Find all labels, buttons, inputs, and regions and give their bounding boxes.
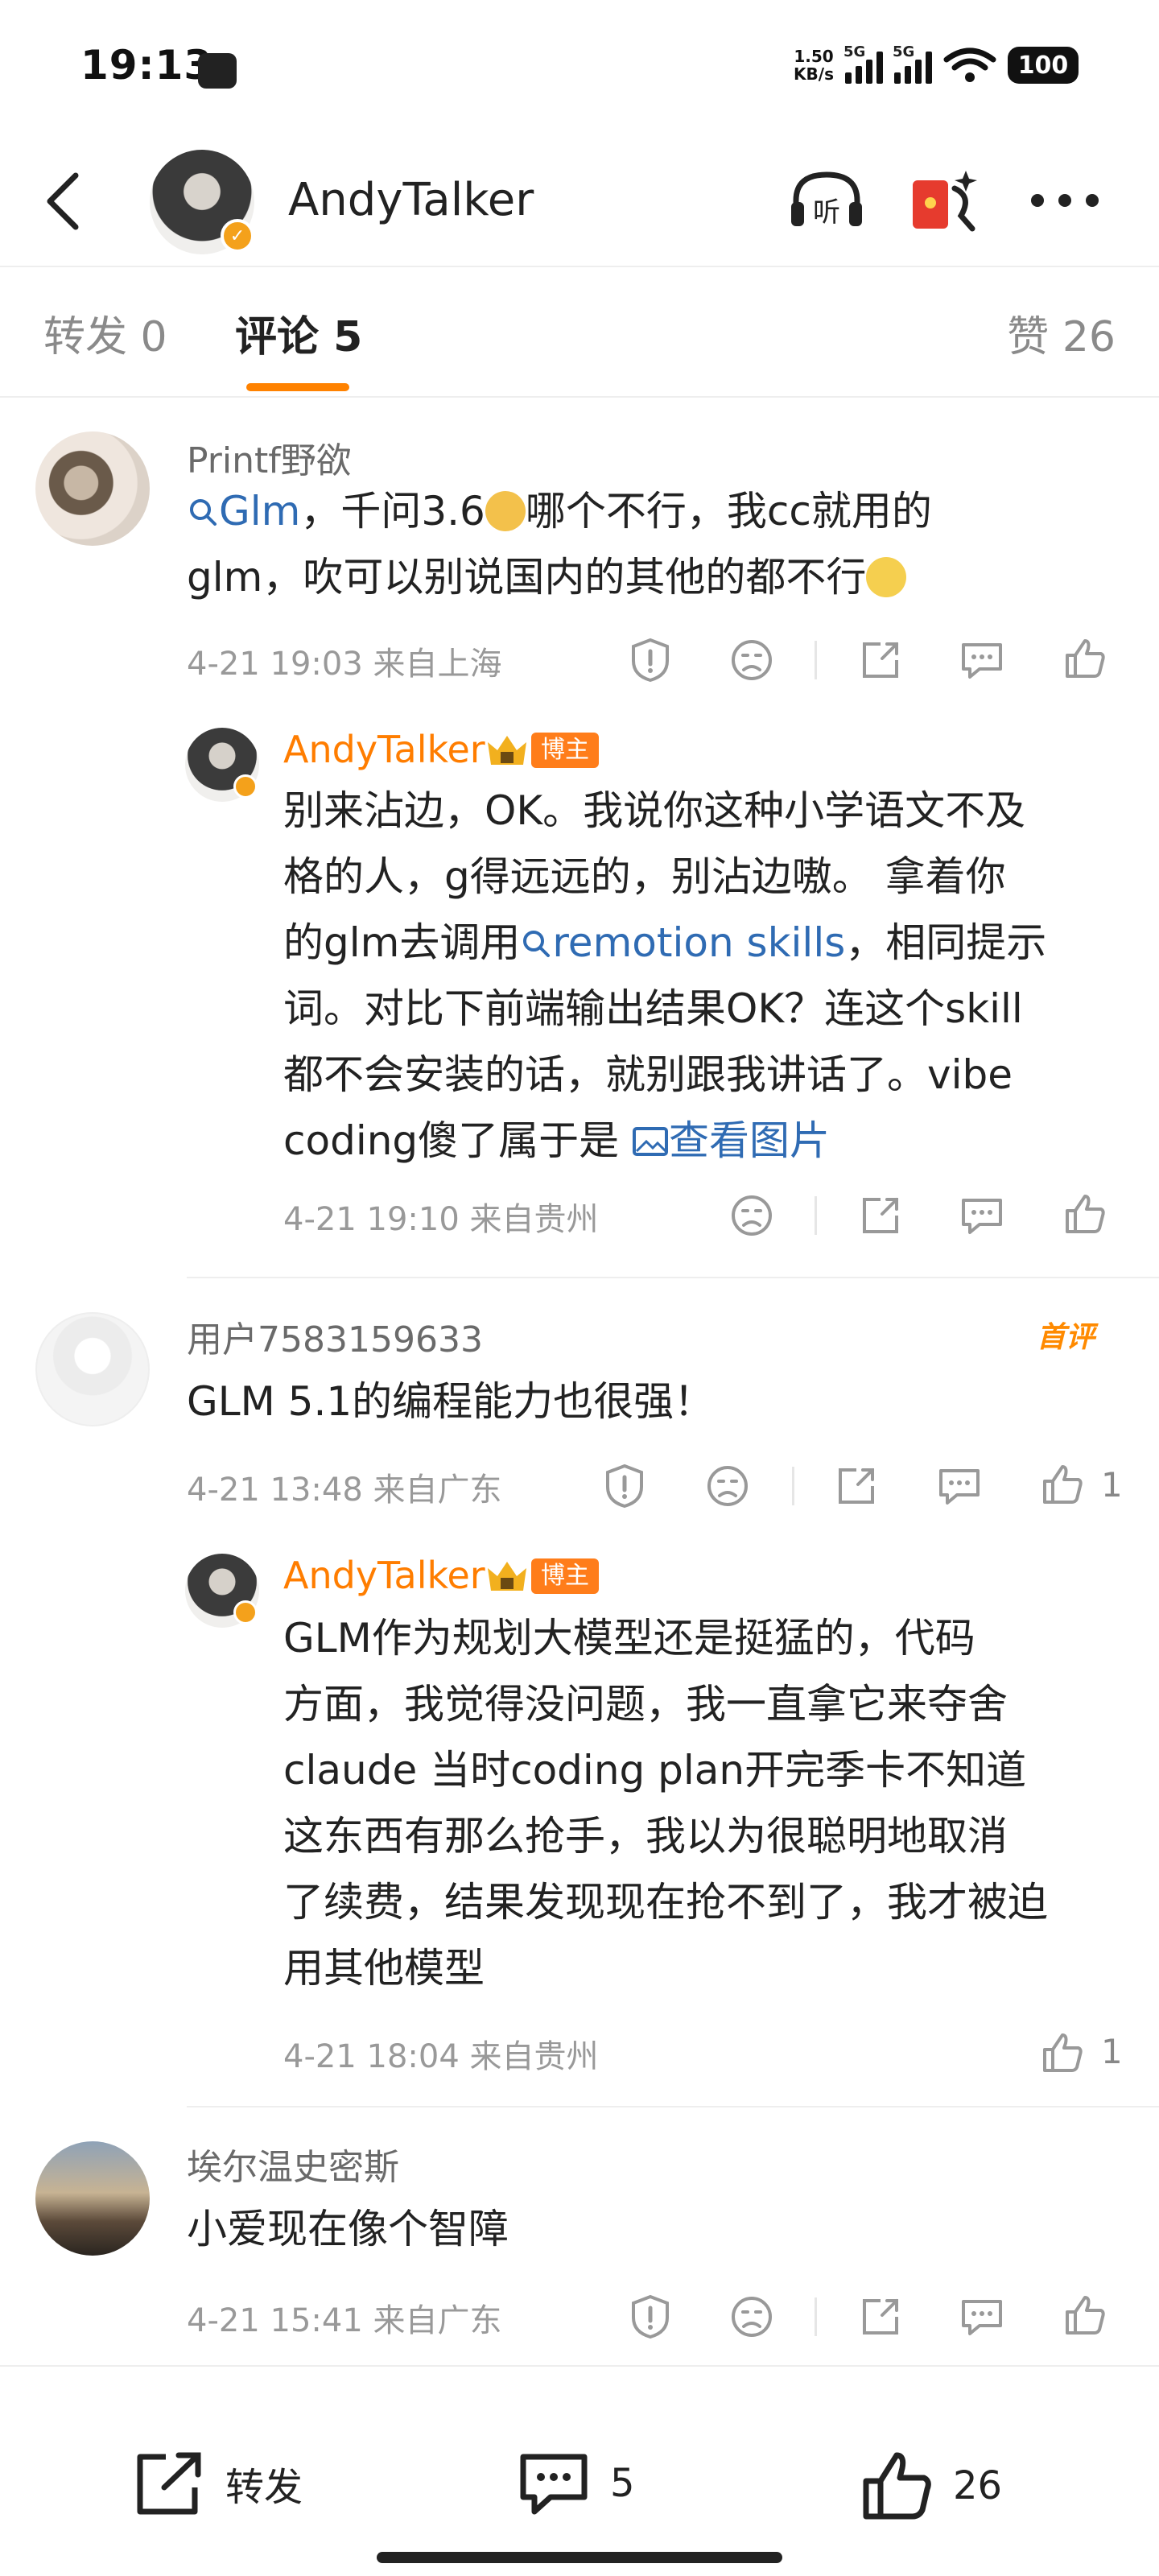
report-icon[interactable]	[626, 636, 674, 684]
wifi-icon	[943, 47, 996, 82]
like-count: 1	[1101, 2032, 1123, 2071]
avatar[interactable]	[35, 2141, 150, 2256]
share-icon[interactable]	[856, 2293, 905, 2341]
tab-repost[interactable]: 转发 0	[43, 303, 167, 363]
like-icon[interactable]	[1061, 634, 1109, 683]
crown-icon	[488, 1562, 526, 1591]
divider	[187, 1277, 1159, 1278]
tab-active-indicator	[246, 383, 349, 391]
topic-link[interactable]: Glm	[219, 488, 300, 535]
status-bar: 19:13 1.50 KB/s 5G 5G 100	[0, 0, 1159, 137]
tab-likes[interactable]: 赞 26	[1007, 303, 1116, 363]
comment-meta: 4-21 15:41 来自广东	[187, 2302, 502, 2339]
reply-icon[interactable]	[958, 636, 1006, 684]
back-icon[interactable]	[40, 171, 89, 232]
recording-icon	[198, 53, 237, 89]
comment-icon	[520, 2454, 588, 2515]
share-icon[interactable]	[832, 1462, 881, 1510]
header: ✓ AndyTalker 听	[0, 137, 1159, 266]
comment-meta: 4-21 19:10 来自贵州	[283, 1201, 599, 1238]
comment-username[interactable]: 埃尔温史密斯	[187, 2138, 399, 2190]
status-time: 19:13	[80, 42, 213, 89]
like-icon[interactable]	[1038, 2029, 1087, 2077]
report-icon[interactable]	[600, 1462, 649, 1510]
dislike-face-icon[interactable]	[703, 1462, 752, 1510]
more-icon[interactable]	[1021, 164, 1109, 237]
home-indicator[interactable]	[377, 2552, 782, 2563]
repost-icon	[137, 2452, 201, 2515]
report-icon[interactable]	[626, 2293, 674, 2341]
smirk-emoji-icon	[866, 557, 907, 597]
repost-label: 转发	[225, 2465, 303, 2510]
page-title[interactable]: AndyTalker	[288, 174, 534, 226]
comment-meta: 4-21 19:03 来自上海	[187, 646, 502, 683]
doge-emoji-icon	[485, 491, 526, 531]
tab-bar: 转发 0 评论 5 赞 26	[0, 267, 1159, 396]
author-badge: 博主	[531, 1558, 599, 1594]
comment-button[interactable]: 5	[515, 2447, 635, 2520]
like-count: 1	[1101, 1465, 1123, 1505]
verified-badge-icon	[233, 1600, 258, 1624]
divider	[0, 396, 1159, 398]
like-icon[interactable]	[1061, 1190, 1109, 1238]
like-icon	[863, 2452, 931, 2520]
tab-comments[interactable]: 评论 5	[235, 303, 362, 363]
crown-icon	[488, 736, 526, 765]
battery-indicator: 100	[1008, 47, 1079, 84]
headphones-listen-icon[interactable]: 听	[782, 164, 871, 237]
network-speed: 1.50 KB/s	[794, 47, 834, 84]
comment-username[interactable]: 用户7583159633	[187, 1311, 483, 1362]
signal-icon: 5G	[893, 43, 932, 84]
dislike-face-icon[interactable]	[728, 636, 776, 684]
search-icon	[523, 931, 551, 957]
comment-text: Glm，千问3.6 哪个不行，我cc就用的 glm，吹可以别说国内的其他的都不行	[187, 488, 932, 601]
reply-username[interactable]: AndyTalker	[283, 728, 485, 771]
verified-badge-icon	[233, 774, 258, 799]
reply-username[interactable]: AndyTalker	[283, 1554, 485, 1597]
like-button[interactable]: 26	[858, 2447, 1002, 2524]
svg-text:听: 听	[813, 196, 840, 229]
share-icon[interactable]	[856, 636, 905, 684]
topic-link[interactable]: remotion skills	[552, 919, 845, 966]
first-comment-badge: 首评	[1037, 1321, 1095, 1354]
author-badge: 博主	[531, 733, 599, 768]
dislike-face-icon[interactable]	[728, 1191, 776, 1240]
reply-icon[interactable]	[958, 2293, 1006, 2341]
like-icon[interactable]	[1038, 1460, 1087, 1509]
signal-icon: 5G	[843, 43, 883, 84]
reply-icon[interactable]	[935, 1462, 984, 1510]
comment-meta: 4-21 18:04 来自贵州	[283, 2038, 599, 2075]
bottom-action-bar: 转发 5 26	[0, 2367, 1159, 2576]
reply-icon[interactable]	[958, 1191, 1006, 1240]
repost-button[interactable]: 转发	[130, 2447, 303, 2520]
like-icon[interactable]	[1061, 2291, 1109, 2339]
comment-text: 小爱现在像个智障	[187, 2206, 509, 2252]
image-icon	[633, 1127, 669, 1156]
verified-badge-icon: ✓	[221, 219, 254, 253]
search-icon	[190, 499, 217, 526]
like-count: 26	[953, 2463, 1003, 2508]
comment-meta: 4-21 13:48 来自广东	[187, 1472, 502, 1509]
divider	[187, 2106, 1159, 2107]
comment-text: GLM 5.1的编程能力也很强！	[187, 1378, 715, 1425]
share-icon[interactable]	[856, 1191, 905, 1240]
comment-count: 5	[610, 2461, 635, 2506]
avatar[interactable]	[35, 1312, 150, 1426]
view-image-link[interactable]: 查看图片	[669, 1117, 830, 1164]
comment-username[interactable]: Printf野欲	[187, 431, 352, 483]
dislike-face-icon[interactable]	[728, 2293, 776, 2341]
reply-text: GLM作为规划大模型还是挺猛的，代码 方面，我觉得没问题，我一直拿它来夺舍 cl…	[283, 1615, 1048, 1992]
reply-text: 别来沾边，OK。我说你这种小学语文不及 格的人，g得远远的，别沾边嗷。 拿着你 …	[283, 787, 1047, 1164]
red-envelope-icon[interactable]	[903, 164, 984, 237]
avatar[interactable]	[35, 431, 150, 546]
